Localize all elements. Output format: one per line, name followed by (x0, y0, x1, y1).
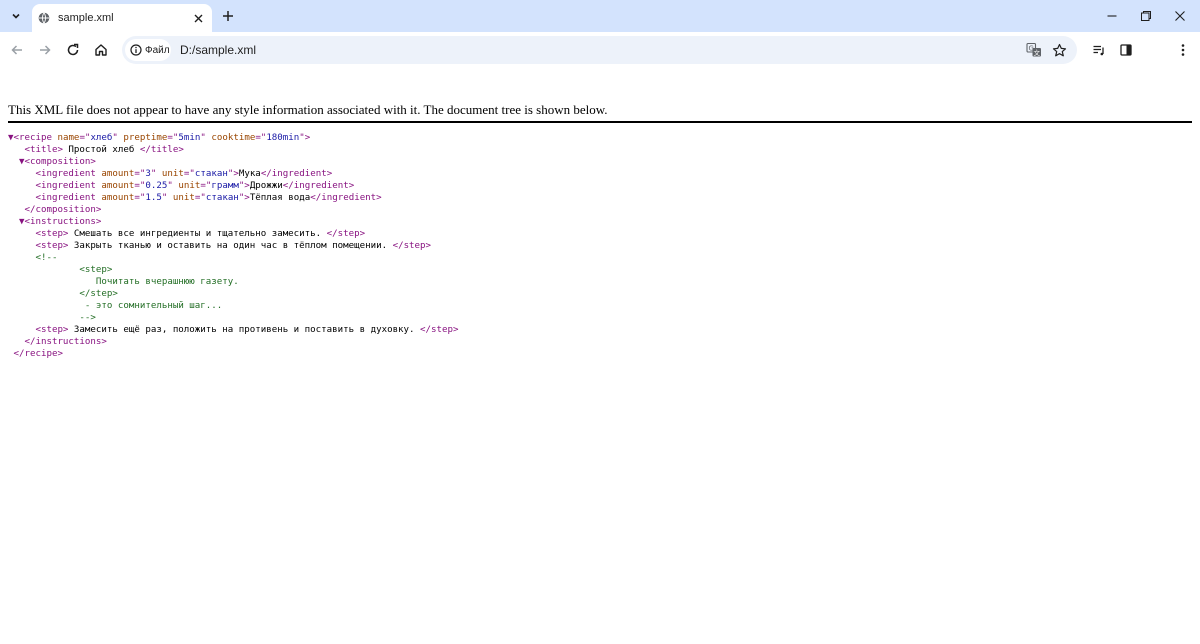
xml-line-ingredient: <ingredient amount="3" unit="стакан">Мук… (8, 169, 333, 179)
text-node: Простой хлеб (62, 145, 140, 155)
attr-value: 0.25 (145, 181, 168, 191)
svg-text:文: 文 (1034, 48, 1041, 57)
site-chip-label: Файл (145, 44, 170, 56)
xml-line-composition-open[interactable]: ▼<composition> (8, 156, 459, 168)
xml-line-ingredient: <ingredient amount="0.25" unit="грамм">Д… (8, 181, 355, 191)
minimize-icon (1107, 15, 1117, 17)
restore-icon (1141, 11, 1151, 21)
attr-value: стакан (205, 193, 239, 203)
text-node: Дрожжи (249, 181, 283, 191)
tab-active[interactable]: sample.xml (32, 4, 212, 32)
xml-comment-line: <step> (79, 265, 113, 275)
xml-comment-line: </step> (79, 289, 118, 299)
xml-line-step: <step> Закрыть тканью и оставить на один… (8, 241, 432, 251)
url-text[interactable]: D:/sample.xml (180, 43, 256, 57)
tab-title: sample.xml (58, 12, 114, 24)
bookmark-star-icon[interactable] (1049, 40, 1069, 60)
text-node: Смешать все ингредиенты и тщательно заме… (68, 229, 327, 239)
reload-icon (67, 43, 79, 56)
attr-value: 180min (266, 133, 300, 143)
xml-line-recipe-close: </recipe> (8, 349, 63, 359)
arrow-left-icon (11, 45, 22, 55)
close-icon (1175, 11, 1185, 21)
xml-line-instructions-open[interactable]: ▼<instructions> (8, 216, 459, 228)
media-control-button[interactable] (1087, 38, 1111, 62)
close-tab-button[interactable] (190, 10, 206, 26)
xml-line-step: <step> Смешать все ингредиенты и тщатель… (8, 229, 366, 239)
xml-line-composition-close: </composition> (8, 205, 102, 215)
xml-tree: ▼<recipe name="хлеб" preptime="5min" coo… (8, 132, 459, 360)
forward-button[interactable] (33, 38, 57, 62)
globe-icon (38, 12, 50, 24)
back-button[interactable] (5, 38, 29, 62)
close-window-button[interactable] (1160, 4, 1200, 28)
arrow-right-icon (40, 45, 51, 55)
attr-value: грамм (211, 181, 239, 191)
close-icon (194, 14, 202, 22)
chevron-down-icon (12, 13, 20, 19)
new-tab-button[interactable] (218, 6, 238, 26)
xml-comment-line: Почитать вчерашнюю газету. (95, 277, 239, 287)
attr-value: 5min (178, 133, 201, 143)
attr-value: 1.5 (145, 193, 162, 203)
xml-line-instructions-close: </instructions> (8, 337, 107, 347)
xml-line-title: <title> Простой хлеб </title> (8, 145, 184, 155)
address-bar[interactable]: Файл D:/sample.xml G文 (122, 36, 1077, 64)
side-panel-button[interactable] (1114, 38, 1138, 62)
plus-icon (223, 11, 233, 21)
tab-search-button[interactable] (5, 5, 27, 27)
playlist-icon (1093, 45, 1104, 56)
text-node: Мука (238, 169, 261, 179)
xml-line-step: <step> Замесить ещё раз, положить на про… (8, 325, 459, 335)
xml-line-recipe-open[interactable]: ▼<recipe name="хлеб" preptime="5min" coo… (8, 132, 459, 144)
home-icon (95, 44, 107, 56)
xml-comment-open: <!-- (35, 253, 58, 263)
info-icon (130, 44, 142, 56)
xml-style-notice: This XML file does not appear to have an… (8, 102, 1192, 123)
attr-value: стакан (194, 169, 228, 179)
translate-icon[interactable]: G文 (1024, 40, 1044, 60)
home-button[interactable] (89, 38, 113, 62)
text-node: Замесить ещё раз, положить на противень … (68, 325, 421, 335)
attr-value: хлеб (90, 133, 113, 143)
xml-line-ingredient: <ingredient amount="1.5" unit="стакан">Т… (8, 193, 382, 203)
text-node: Закрыть тканью и оставить на один час в … (68, 241, 393, 251)
menu-button[interactable] (1171, 38, 1195, 62)
tab-strip: sample.xml (0, 0, 1200, 32)
browser-toolbar: Файл D:/sample.xml G文 (0, 32, 1200, 68)
reload-button[interactable] (61, 38, 85, 62)
more-vert-icon (1181, 44, 1185, 56)
side-panel-icon (1120, 44, 1132, 56)
text-node: Тёплая вода (249, 193, 311, 203)
xml-comment-line: - это сомнительный шаг... (84, 301, 223, 311)
site-info-chip[interactable]: Файл (125, 39, 171, 61)
xml-comment-close: --> (79, 313, 96, 323)
